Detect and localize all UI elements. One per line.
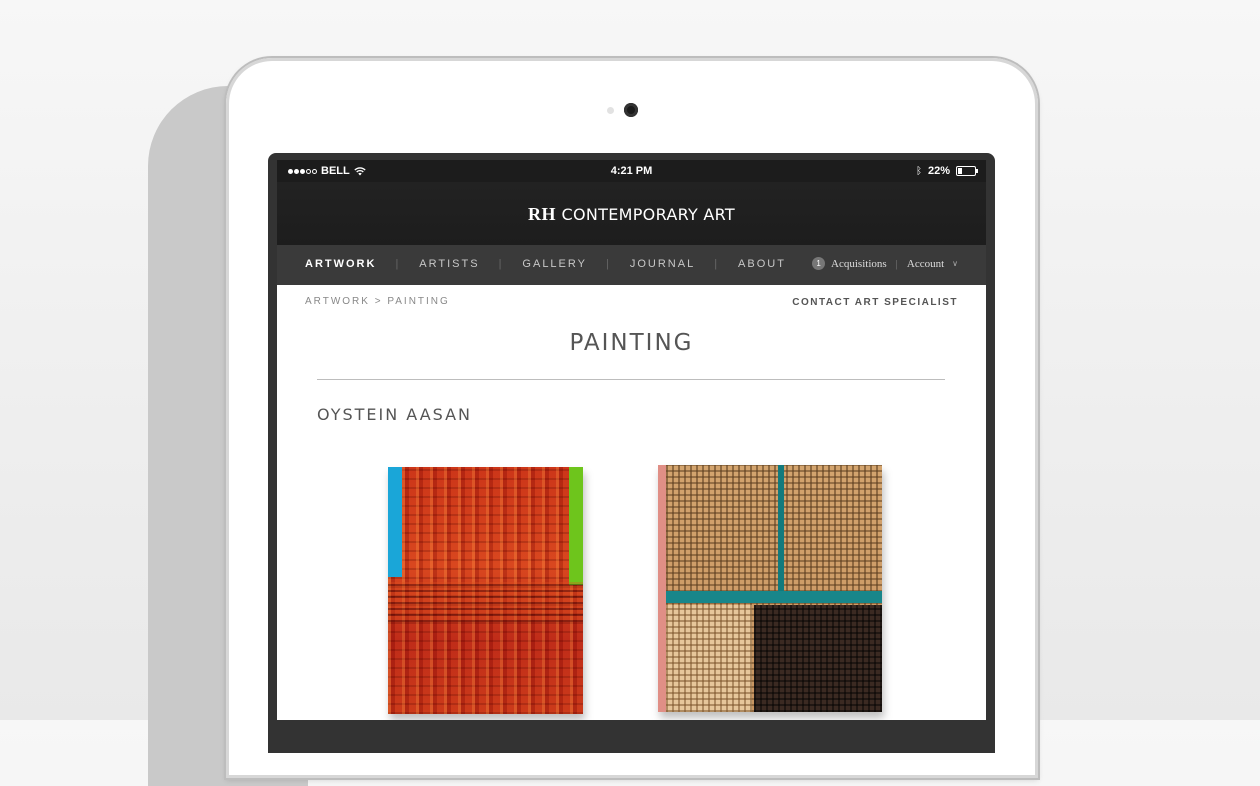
nav-divider: | bbox=[605, 258, 611, 270]
nav-divider: | bbox=[498, 258, 504, 270]
bluetooth-icon: ᛒ bbox=[915, 165, 922, 177]
acquisitions-link[interactable]: Acquisitions bbox=[831, 258, 887, 270]
nav-divider: | bbox=[714, 258, 720, 270]
nav-item-artists[interactable]: ARTISTS bbox=[419, 258, 479, 270]
screen: BELL 4:21 PM ᛒ 22% RH CONTEMPORARY ART A… bbox=[277, 160, 986, 720]
clock: 4:21 PM bbox=[610, 165, 653, 177]
artwork-thumbnail-grid[interactable] bbox=[658, 465, 882, 712]
nav-divider: | bbox=[895, 257, 898, 270]
title-divider bbox=[317, 379, 945, 380]
main-nav: ARTWORK | ARTISTS | GALLERY | JOURNAL | … bbox=[277, 245, 986, 285]
nav-item-artwork[interactable]: ARTWORK bbox=[305, 258, 376, 270]
nav-item-about[interactable]: ABOUT bbox=[738, 258, 786, 270]
acquisitions-count-badge: 1 bbox=[812, 257, 826, 270]
nav-item-gallery[interactable]: GALLERY bbox=[522, 258, 587, 270]
status-bar: BELL 4:21 PM ᛒ 22% bbox=[277, 160, 986, 182]
nav-item-journal[interactable]: JOURNAL bbox=[630, 258, 695, 270]
battery-percent: 22% bbox=[927, 165, 950, 177]
logo-text: CONTEMPORARY ART bbox=[561, 205, 736, 224]
artwork-thumbnail-red[interactable] bbox=[388, 467, 583, 714]
battery-icon bbox=[956, 166, 978, 176]
account-menu[interactable]: Account bbox=[907, 258, 944, 270]
artist-name[interactable]: OYSTEIN AASAN bbox=[317, 405, 472, 424]
nav-divider: | bbox=[395, 258, 401, 270]
camera-icon bbox=[624, 103, 638, 117]
page-title: PAINTING bbox=[569, 330, 694, 356]
chevron-down-icon[interactable]: ∨ bbox=[952, 259, 958, 268]
contact-art-specialist-link[interactable]: CONTACT ART SPECIALIST bbox=[792, 297, 958, 308]
breadcrumb[interactable]: ARTWORK > PAINTING bbox=[305, 296, 450, 307]
site-logo[interactable]: RH CONTEMPORARY ART bbox=[277, 204, 986, 225]
site-header: RH CONTEMPORARY ART bbox=[277, 182, 986, 245]
logo-mark: RH bbox=[527, 204, 556, 224]
sensor-dot bbox=[607, 107, 614, 114]
